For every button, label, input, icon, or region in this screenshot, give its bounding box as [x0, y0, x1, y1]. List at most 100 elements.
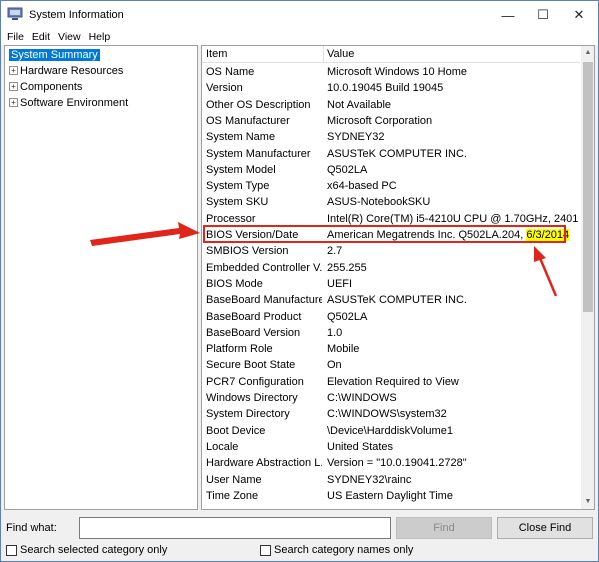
- table-row[interactable]: Embedded Controller V... 255.255: [202, 260, 580, 276]
- row-item-cell: OS Name: [206, 66, 255, 78]
- close-find-button[interactable]: Close Find: [497, 517, 593, 539]
- row-value-text: On: [327, 359, 342, 372]
- tree-item-hardware-resources[interactable]: + Hardware Resources: [9, 64, 123, 79]
- checkbox-label: Search category names only: [274, 544, 414, 556]
- row-item-cell: Platform Role: [206, 343, 273, 356]
- row-value-text: C:\WINDOWS: [327, 392, 397, 404]
- row-item-cell: User Name: [206, 473, 262, 486]
- table-row[interactable]: User Name SYDNEY32\rainc: [202, 472, 580, 488]
- row-value-text: 2.7: [327, 245, 343, 258]
- column-header-item[interactable]: Item: [206, 48, 227, 60]
- row-value-text: 1.0: [327, 326, 343, 339]
- row-value-cell: UEFI: [327, 278, 580, 290]
- row-item-cell: System Model: [206, 163, 276, 176]
- table-row[interactable]: Boot Device \Device\HarddiskVolume1: [202, 423, 580, 439]
- table-row[interactable]: Locale United States: [202, 439, 580, 455]
- vertical-scrollbar[interactable]: ▲ ▼: [581, 46, 594, 509]
- table-row[interactable]: Hardware Abstraction L... Version = "10.0…: [202, 455, 580, 471]
- row-value-text: \Device\HarddiskVolume1: [327, 424, 453, 437]
- search-category-names-checkbox[interactable]: Search category names only: [260, 544, 413, 556]
- find-input[interactable]: [79, 517, 391, 539]
- table-row[interactable]: PCR7 Configuration Elevation Required to …: [202, 374, 580, 390]
- table-row[interactable]: Windows Directory C:\WINDOWS: [202, 390, 580, 406]
- menu-file[interactable]: File: [1, 29, 24, 45]
- table-row[interactable]: Secure Boot State On: [202, 357, 580, 373]
- tree-item-components[interactable]: + Components: [9, 80, 82, 95]
- search-selected-category-checkbox[interactable]: Search selected category only: [6, 544, 167, 556]
- table-row[interactable]: BIOS Mode UEFI: [202, 276, 580, 292]
- tree-item-label: Hardware Resources: [20, 65, 124, 77]
- row-value-cell: C:\WINDOWS\system32: [327, 408, 580, 420]
- row-item-cell: BIOS Mode: [206, 277, 263, 290]
- row-item-cell: Time Zone: [206, 489, 259, 502]
- table-row[interactable]: BaseBoard Product Q502LA: [202, 309, 580, 325]
- scroll-down-icon[interactable]: ▼: [581, 495, 594, 509]
- table-row[interactable]: System Model Q502LA: [202, 162, 580, 178]
- row-value-cell: ASUSTeK COMPUTER INC.: [327, 294, 580, 306]
- row-value-cell: Microsoft Windows 10 Home: [327, 66, 580, 78]
- row-value-text: ASUS-NotebookSKU: [327, 196, 431, 209]
- scroll-up-icon[interactable]: ▲: [581, 46, 594, 60]
- row-value-cell: US Eastern Daylight Time: [327, 490, 580, 502]
- table-row[interactable]: Version 10.0.19045 Build 19045: [202, 80, 580, 96]
- category-tree[interactable]: System Summary + Hardware Resources + Comp…: [4, 45, 198, 510]
- row-item-cell: Processor: [206, 212, 256, 225]
- menu-help[interactable]: Help: [83, 29, 111, 45]
- table-row[interactable]: OS Name Microsoft Windows 10 Home: [202, 64, 580, 80]
- row-item-cell: SMBIOS Version: [206, 245, 289, 258]
- row-value-text: ASUSTeK COMPUTER INC.: [327, 294, 467, 307]
- expand-plus-icon[interactable]: +: [9, 66, 18, 75]
- row-item-cell: System Type: [206, 180, 270, 193]
- row-value-cell: Intel(R) Core(TM) i5-4210U CPU @ 1.70GHz…: [327, 213, 580, 225]
- table-row[interactable]: System SKU ASUS-NotebookSKU: [202, 194, 580, 210]
- row-value-cell: United States: [327, 441, 580, 453]
- table-row[interactable]: Other OS Description Not Available: [202, 97, 580, 113]
- checkbox-box[interactable]: [260, 544, 271, 556]
- find-label: Find what:: [6, 522, 57, 534]
- row-value-cell: Microsoft Corporation: [327, 115, 580, 127]
- table-row[interactable]: Time Zone US Eastern Daylight Time: [202, 488, 580, 504]
- scrollbar-thumb[interactable]: [583, 62, 593, 312]
- list-header: Item Value: [202, 46, 580, 63]
- row-value-text: Version = "10.0.19041.2728": [327, 457, 467, 470]
- tree-item-software-environment[interactable]: + Software Environment: [9, 96, 128, 111]
- row-value-text: SYDNEY32\rainc: [327, 473, 412, 486]
- row-value-cell: Mobile: [327, 343, 580, 355]
- checkbox-box[interactable]: [6, 544, 17, 556]
- window-title: System Information: [29, 9, 124, 21]
- row-value-text: Q502LA: [327, 310, 368, 323]
- tree-item-system-summary[interactable]: System Summary: [9, 48, 100, 63]
- table-row[interactable]: System Type x64-based PC: [202, 178, 580, 194]
- row-value-text: ASUSTeK COMPUTER INC.: [327, 147, 467, 160]
- row-value-text: 255.255: [327, 261, 367, 274]
- expand-plus-icon[interactable]: +: [9, 98, 18, 107]
- row-value-cell: ASUS-NotebookSKU: [327, 196, 580, 208]
- table-row[interactable]: Platform Role Mobile: [202, 341, 580, 357]
- maximize-button[interactable]: ☐: [526, 1, 560, 29]
- row-value-text: Microsoft Windows 10 Home: [327, 66, 467, 78]
- row-item-cell: Version: [206, 82, 243, 95]
- row-value-text: UEFI: [327, 277, 353, 290]
- table-row[interactable]: OS Manufacturer Microsoft Corporation: [202, 113, 580, 129]
- table-row[interactable]: BaseBoard Manufacturer ASUSTeK COMPUTER I…: [202, 292, 580, 308]
- table-row[interactable]: System Name SYDNEY32: [202, 129, 580, 145]
- column-header-value[interactable]: Value: [327, 48, 354, 60]
- menu-view[interactable]: View: [52, 29, 81, 45]
- system-information-app-icon: [7, 7, 23, 20]
- find-button[interactable]: Find: [396, 517, 492, 539]
- close-button[interactable]: ✕: [562, 1, 596, 29]
- row-item-cell: OS Manufacturer: [206, 114, 290, 127]
- row-item-cell: System Directory: [206, 408, 290, 421]
- row-value-cell: SYDNEY32\rainc: [327, 474, 580, 486]
- column-divider[interactable]: [323, 46, 324, 63]
- row-item-cell: Hardware Abstraction L...: [206, 457, 322, 470]
- table-row[interactable]: System Directory C:\WINDOWS\system32: [202, 406, 580, 422]
- table-row[interactable]: BaseBoard Version 1.0: [202, 325, 580, 341]
- table-row[interactable]: System Manufacturer ASUSTeK COMPUTER INC.: [202, 146, 580, 162]
- menu-edit[interactable]: Edit: [26, 29, 50, 45]
- table-row[interactable]: SMBIOS Version 2.7: [202, 243, 580, 259]
- title-bar[interactable]: System Information — ☐ ✕: [1, 1, 598, 29]
- details-list[interactable]: Item Value OS Name Microsoft Windows 10 H…: [201, 45, 595, 510]
- expand-plus-icon[interactable]: +: [9, 82, 18, 91]
- minimize-button[interactable]: —: [491, 1, 525, 29]
